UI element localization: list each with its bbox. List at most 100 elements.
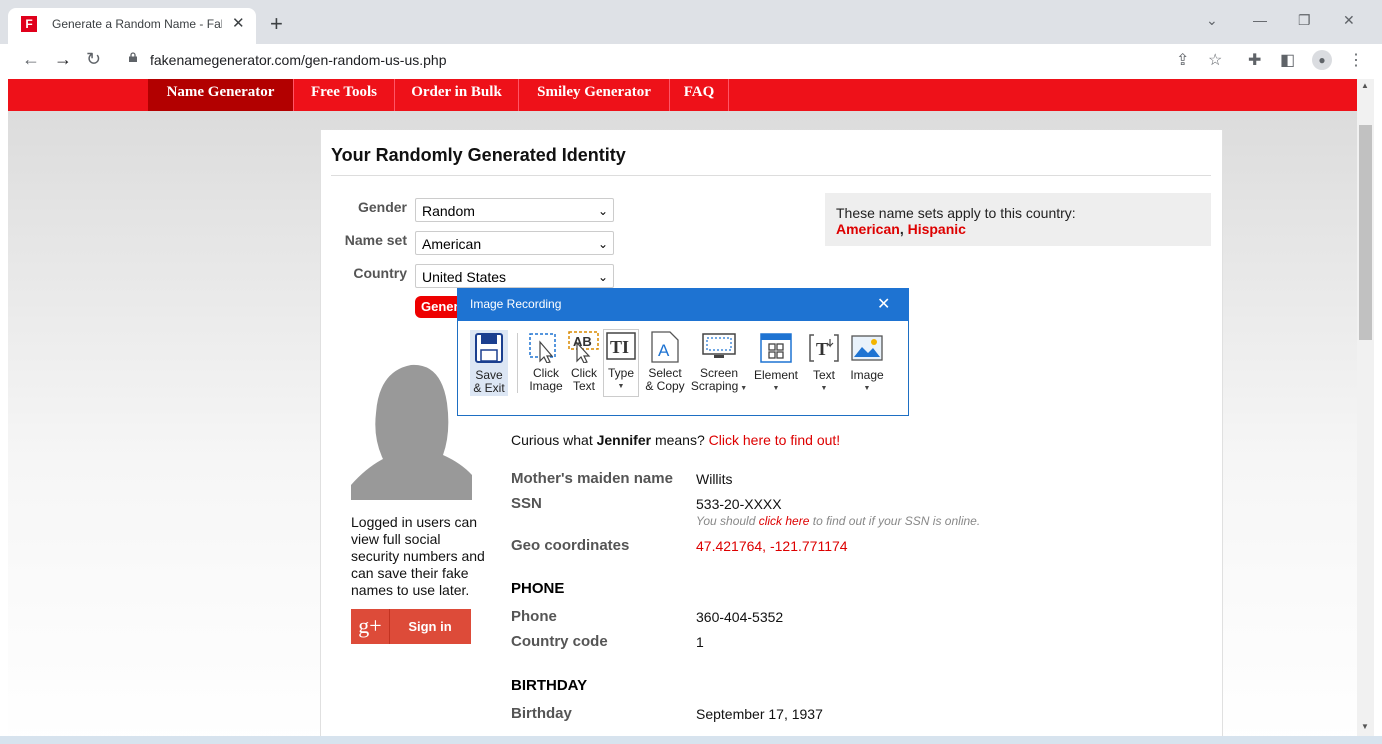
nav-smiley-generator[interactable]: Smiley Generator: [519, 79, 670, 111]
text-icon[interactable]: T: [808, 333, 840, 363]
nameset-select[interactable]: American ⌄: [415, 231, 614, 255]
hispanic-link[interactable]: Hispanic: [908, 221, 966, 237]
maiden-name-label: Mother's maiden name: [511, 470, 673, 487]
scroll-up-icon[interactable]: ▲: [1361, 81, 1369, 90]
nav-order-in-bulk[interactable]: Order in Bulk: [395, 79, 519, 111]
curious-prefix: Curious what: [511, 432, 597, 448]
select-copy-icon[interactable]: A: [651, 331, 679, 363]
tab-close-icon[interactable]: ✕: [232, 14, 245, 32]
back-icon[interactable]: ←: [22, 49, 40, 70]
nameset-value: American: [422, 236, 482, 252]
restore-icon[interactable]: ❐: [1298, 12, 1311, 29]
tab-search-icon[interactable]: ⌄: [1206, 12, 1218, 29]
click-image-icon[interactable]: [529, 333, 559, 363]
element-label: Element ▼: [752, 369, 800, 395]
image-label: Image ▼: [846, 369, 888, 395]
nav-faq[interactable]: FAQ: [670, 79, 729, 111]
geo-label: Geo coordinates: [511, 537, 630, 554]
text-label: Text ▼: [808, 369, 840, 395]
country-select[interactable]: United States ⌄: [415, 264, 614, 288]
menu-kebab-icon[interactable]: ⋮: [1348, 50, 1364, 70]
phone-value: 360-404-5352: [696, 609, 784, 625]
country-label: Country: [353, 265, 407, 281]
nameset-label: Name set: [344, 232, 407, 248]
reload-icon[interactable]: ↻: [86, 49, 101, 70]
ssn-check-link[interactable]: click here: [759, 514, 810, 528]
screen-scraping-caret-icon: ▼: [738, 385, 748, 392]
side-panel-icon[interactable]: ◧: [1280, 50, 1295, 70]
dialog-close-icon[interactable]: ✕: [877, 294, 890, 314]
text-caret-icon: ▼: [820, 385, 828, 392]
page-title: Your Randomly Generated Identity: [331, 145, 626, 165]
element-icon[interactable]: [760, 333, 792, 363]
scrollbar-thumb[interactable]: [1359, 125, 1372, 340]
phone-section-title: PHONE: [511, 580, 565, 597]
toolbar-separator: [517, 333, 518, 393]
type-label-text: Type: [607, 366, 634, 380]
geo-value-link[interactable]: 47.421764, -121.771174: [696, 538, 848, 554]
scroll-down-icon[interactable]: ▼: [1361, 722, 1369, 731]
nav-free-tools[interactable]: Free Tools: [294, 79, 395, 111]
tab-title: Generate a Random Name - Fake: [52, 17, 222, 31]
screen-scraping-line2: Scraping: [690, 379, 739, 393]
window-close-icon[interactable]: ✕: [1343, 12, 1355, 29]
profile-avatar-icon[interactable]: ●: [1312, 50, 1332, 70]
address-bar[interactable]: fakenamegenerator.com/gen-random-us-us.p…: [150, 52, 447, 68]
type-icon: TI: [606, 332, 636, 360]
birthday-section-title: BIRTHDAY: [511, 677, 588, 694]
chevron-down-icon: ⌄: [597, 270, 608, 284]
first-name: Jennifer: [596, 432, 652, 448]
ssn-note: You should click here to find out if you…: [696, 514, 980, 528]
forward-icon[interactable]: →: [54, 49, 72, 70]
type-label: Type ▼: [603, 367, 639, 393]
country-code-value: 1: [696, 634, 704, 650]
ssn-label: SSN: [511, 495, 542, 512]
ssn-note-prefix: You should: [696, 514, 759, 528]
click-text-label: Click Text: [566, 367, 602, 393]
american-link[interactable]: American: [836, 221, 900, 237]
ssn-value: 533-20-XXXX: [696, 496, 782, 512]
signin-label[interactable]: Sign in: [390, 619, 470, 634]
element-caret-icon: ▼: [772, 385, 780, 392]
image-icon[interactable]: [851, 335, 883, 361]
minimize-icon[interactable]: —: [1253, 12, 1267, 28]
birthday-value: September 17, 1937: [696, 706, 823, 722]
name-meaning-link[interactable]: Click here to find out!: [709, 432, 841, 448]
type-dropdown-caret-icon: ▼: [617, 383, 625, 390]
dialog-title: Image Recording: [470, 297, 562, 311]
click-image-line2: Image: [529, 379, 563, 393]
floppy-disk-icon: [475, 333, 503, 363]
svg-text:T: T: [816, 339, 828, 359]
bookmark-star-icon[interactable]: ☆: [1208, 50, 1222, 70]
gender-select[interactable]: Random ⌄: [415, 198, 614, 222]
svg-text:A: A: [658, 341, 670, 360]
screen-scraping-icon[interactable]: [702, 333, 736, 361]
country-code-label: Country code: [511, 633, 608, 650]
svg-text:TI: TI: [610, 337, 629, 357]
birthday-label: Birthday: [511, 705, 572, 722]
share-icon[interactable]: ⇪: [1176, 50, 1189, 70]
element-label-text: Element: [753, 368, 799, 382]
save-exit-label: Save & Exit: [470, 369, 508, 395]
chevron-down-icon: ⌄: [597, 204, 608, 218]
country-value: United States: [422, 269, 507, 285]
title-divider: [331, 175, 1211, 176]
phone-label: Phone: [511, 608, 557, 625]
curious-middle: means?: [651, 432, 709, 448]
select-copy-line2: & Copy: [645, 379, 685, 393]
image-caret-icon: ▼: [863, 385, 871, 392]
gender-value: Random: [422, 203, 475, 219]
chevron-down-icon: ⌄: [597, 237, 608, 251]
screen-scraping-line2-wrap: Scraping ▼: [690, 380, 748, 395]
svg-text:AB: AB: [573, 334, 592, 349]
nameset-info-label: These name sets apply to this country:: [836, 205, 1076, 221]
avatar-silhouette: [351, 363, 472, 500]
google-plus-icon: g+: [351, 609, 390, 644]
new-tab-icon[interactable]: +: [270, 11, 283, 37]
click-image-label: Click Image: [526, 367, 566, 393]
nav-name-generator[interactable]: Name Generator: [148, 79, 294, 111]
click-text-icon[interactable]: AB: [568, 331, 600, 363]
nameset-info-text: These name sets apply to this country: A…: [836, 205, 1076, 237]
extensions-icon[interactable]: ✚: [1248, 50, 1261, 70]
image-label-text: Image: [850, 368, 884, 382]
